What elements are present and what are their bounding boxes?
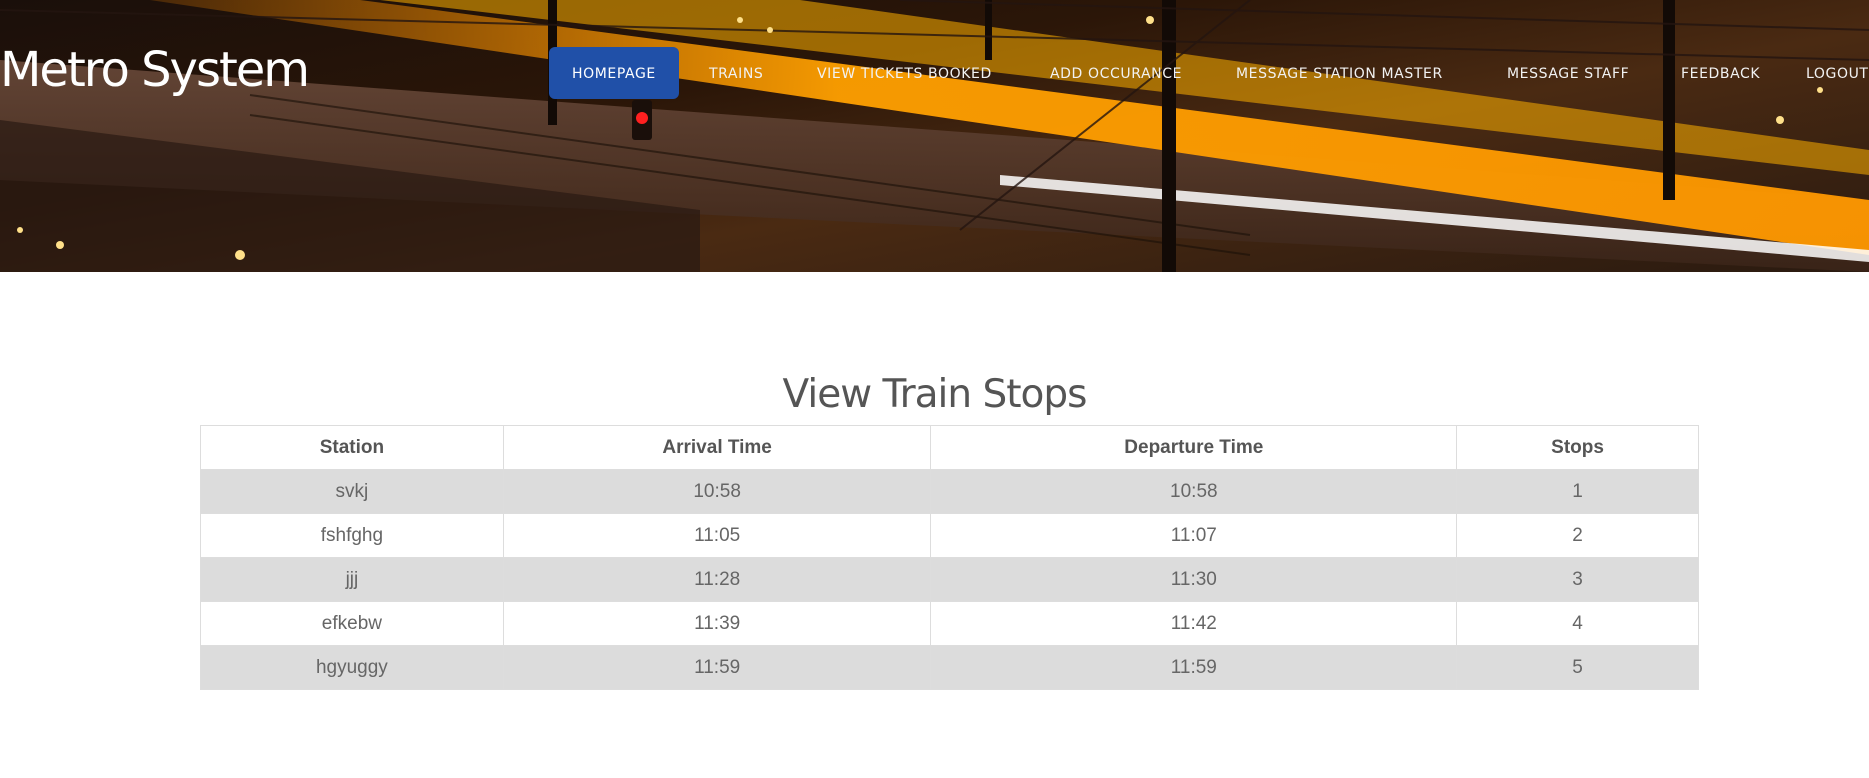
cell-stops: 1 (1456, 469, 1699, 514)
table-row: jjj 11:28 11:30 3 (200, 557, 1699, 602)
cell-arrival-time: 10:58 (502, 469, 932, 514)
column-header-station: Station (200, 425, 504, 470)
cell-stops: 3 (1456, 557, 1699, 602)
cell-station: svkj (200, 469, 504, 514)
column-header-arrival-time: Arrival Time (502, 425, 932, 470)
page-title: View Train Stops (782, 372, 1088, 417)
hero-banner: Metro System HOMEPAGE TRAINS VIEW TICKET… (0, 0, 1869, 272)
table-row: svkj 10:58 10:58 1 (200, 469, 1699, 514)
nav-homepage[interactable]: HOMEPAGE (549, 47, 679, 99)
cell-station: hgyuggy (200, 645, 504, 690)
table-row: fshfghg 11:05 11:07 2 (200, 513, 1699, 558)
column-header-stops: Stops (1456, 425, 1699, 470)
cell-arrival-time: 11:28 (502, 557, 932, 602)
nav-message-staff[interactable]: MESSAGE STAFF (1507, 47, 1629, 99)
cell-station: efkebw (200, 601, 504, 646)
cell-station: fshfghg (200, 513, 504, 558)
cell-departure-time: 11:42 (930, 601, 1458, 646)
cell-arrival-time: 11:39 (502, 601, 932, 646)
column-header-departure-time: Departure Time (930, 425, 1458, 470)
cell-arrival-time: 11:05 (502, 513, 932, 558)
cell-stops: 5 (1456, 645, 1699, 690)
cell-departure-time: 10:58 (930, 469, 1458, 514)
cell-arrival-time: 11:59 (502, 645, 932, 690)
brand-title[interactable]: Metro System (0, 44, 310, 97)
nav-trains[interactable]: TRAINS (709, 47, 763, 99)
nav-view-tickets-booked[interactable]: VIEW TICKETS BOOKED (817, 47, 992, 99)
cell-departure-time: 11:30 (930, 557, 1458, 602)
table-header-row: Station Arrival Time Departure Time Stop… (200, 425, 1699, 470)
train-stops-table: Station Arrival Time Departure Time Stop… (200, 425, 1699, 690)
cell-stops: 2 (1456, 513, 1699, 558)
hero-background-image (0, 0, 1869, 272)
nav-logout[interactable]: LOGOUT (1806, 47, 1869, 99)
table-row: efkebw 11:39 11:42 4 (200, 601, 1699, 646)
cell-departure-time: 11:59 (930, 645, 1458, 690)
nav-feedback[interactable]: FEEDBACK (1681, 47, 1760, 99)
cell-departure-time: 11:07 (930, 513, 1458, 558)
cell-station: jjj (200, 557, 504, 602)
nav-message-station-master[interactable]: MESSAGE STATION MASTER (1236, 47, 1443, 99)
table-row: hgyuggy 11:59 11:59 5 (200, 645, 1699, 690)
cell-stops: 4 (1456, 601, 1699, 646)
nav-add-occurance[interactable]: ADD OCCURANCE (1050, 47, 1182, 99)
